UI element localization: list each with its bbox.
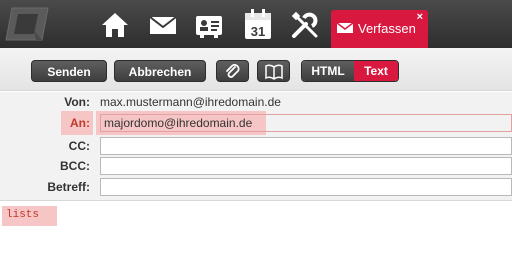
close-icon[interactable]: × [417,11,423,23]
body-text: lists [6,209,40,221]
mail-icon [336,21,354,40]
calendar-icon[interactable]: 31 [243,8,273,39]
subject-field[interactable] [100,178,512,196]
cc-field[interactable] [100,137,512,155]
contacts-icon[interactable] [194,10,224,40]
message-body[interactable]: lists [0,202,512,271]
attach-button[interactable] [216,60,249,82]
to-label: An: [70,116,90,130]
cancel-button[interactable]: Abbrechen [114,60,206,82]
to-field[interactable] [100,114,512,132]
format-html-button[interactable]: HTML [302,61,354,81]
logo-icon[interactable] [4,4,50,44]
bcc-label: BCC: [60,159,90,173]
format-text-button[interactable]: Text [354,61,398,81]
book-icon [264,64,283,80]
bcc-field[interactable] [100,157,512,175]
mail-icon[interactable] [148,10,178,40]
subject-label: Betreff: [47,180,90,194]
tab-compose[interactable]: Verfassen × [331,10,428,48]
calendar-day: 31 [251,24,265,39]
paperclip-icon [225,64,239,78]
settings-icon[interactable] [290,10,320,40]
top-navigation-bar: 31 Verfassen × [0,0,512,48]
from-label: Von: [64,95,90,109]
addressbook-button[interactable] [257,60,290,82]
tab-compose-label: Verfassen [358,21,416,36]
from-value: max.mustermann@ihredomain.de [100,95,281,109]
format-toggle: HTML Text [301,60,399,82]
send-button[interactable]: Senden [31,60,107,82]
home-icon[interactable] [100,10,130,40]
cc-label-text: CC: [68,139,90,153]
compose-toolbar: Senden Abbrechen HTML Text [0,48,512,91]
